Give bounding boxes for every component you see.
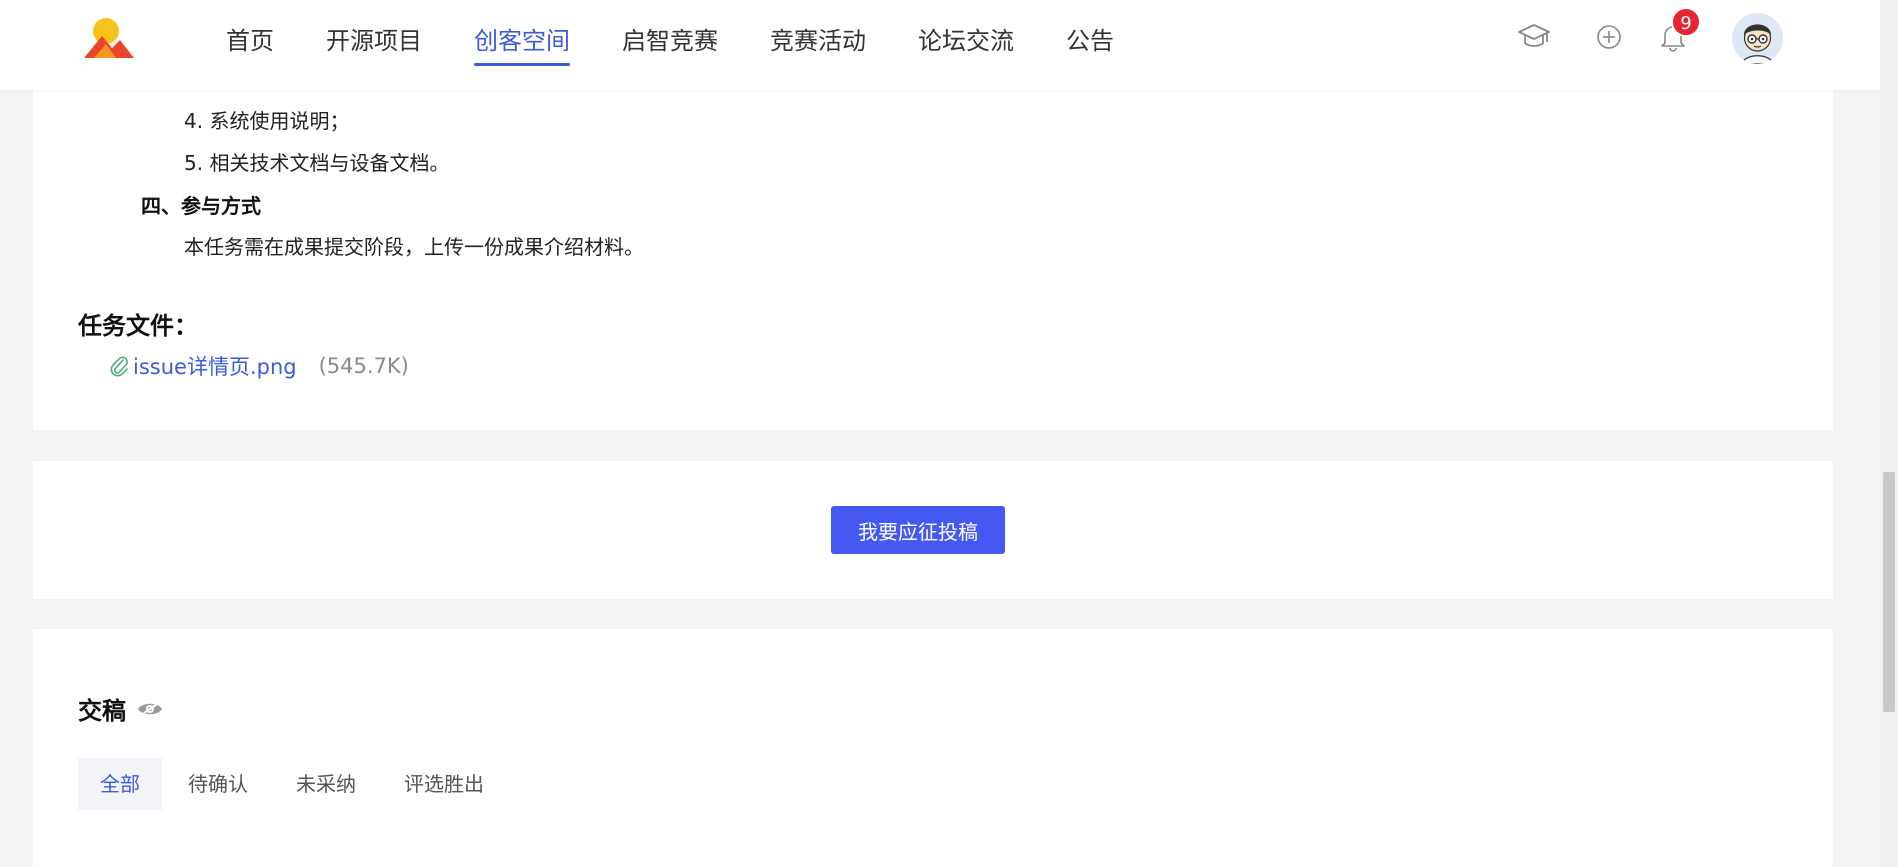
page: 4. 系统使用说明； 5. 相关技术文档与设备文档。 四、参与方式 本任务需在成… — [0, 0, 1880, 867]
submissions-title-text: 交稿 — [78, 697, 126, 725]
main-nav: 首页 开源项目 创客空间 启智竞赛 竞赛活动 论坛交流 公告 — [200, 0, 1140, 76]
file-size: (545.7K) — [318, 354, 409, 378]
nav-open-source[interactable]: 开源项目 — [313, 21, 435, 56]
tab-rejected[interactable]: 未采纳 — [274, 758, 378, 810]
plus-circle-icon[interactable] — [1596, 24, 1622, 50]
submit-entry-button[interactable]: 我要应征投稿 — [831, 506, 1005, 554]
nav-qizhi-competition[interactable]: 启智竞赛 — [609, 21, 731, 56]
nav-forum[interactable]: 论坛交流 — [905, 21, 1027, 56]
avatar[interactable] — [1732, 13, 1783, 64]
task-files-heading: 任务文件： — [78, 312, 198, 340]
avatar-face-icon — [1732, 13, 1783, 64]
file-link[interactable]: issue详情页.png — [133, 351, 297, 381]
file-attachment: issue详情页.png (545.7K) — [109, 351, 409, 381]
tab-all[interactable]: 全部 — [78, 758, 162, 810]
nav-competition-events[interactable]: 竞赛活动 — [757, 21, 879, 56]
section-heading: 四、参与方式 — [141, 194, 261, 218]
list-item-5: 5. 相关技术文档与设备文档。 — [184, 151, 450, 175]
submission-tabs: 全部 待确认 未采纳 评选胜出 — [78, 758, 510, 810]
tab-pending[interactable]: 待确认 — [166, 758, 270, 810]
submit-action-card: 我要应征投稿 — [33, 461, 1833, 599]
scrollbar-thumb[interactable] — [1883, 472, 1895, 712]
section-body: 本任务需在成果提交阶段，上传一份成果介绍材料。 — [184, 235, 644, 259]
site-logo[interactable] — [84, 16, 134, 58]
notification-badge: 9 — [1671, 7, 1701, 37]
top-header: 首页 开源项目 创客空间 启智竞赛 竞赛活动 论坛交流 公告 9 — [0, 0, 1880, 90]
eye-hidden-icon[interactable] — [136, 699, 164, 719]
page-scrollbar[interactable] — [1880, 0, 1898, 867]
nav-announcements[interactable]: 公告 — [1053, 21, 1127, 56]
nav-home[interactable]: 首页 — [213, 21, 287, 56]
tab-winner[interactable]: 评选胜出 — [382, 758, 506, 810]
nav-maker-space[interactable]: 创客空间 — [461, 21, 583, 66]
submissions-title: 交稿 — [78, 691, 164, 726]
paperclip-icon — [110, 356, 129, 377]
list-item-4: 4. 系统使用说明； — [184, 109, 350, 133]
graduation-cap-icon[interactable] — [1517, 22, 1551, 52]
submissions-card: 交稿 全部 待确认 未采纳 评选胜出 — [33, 629, 1833, 867]
